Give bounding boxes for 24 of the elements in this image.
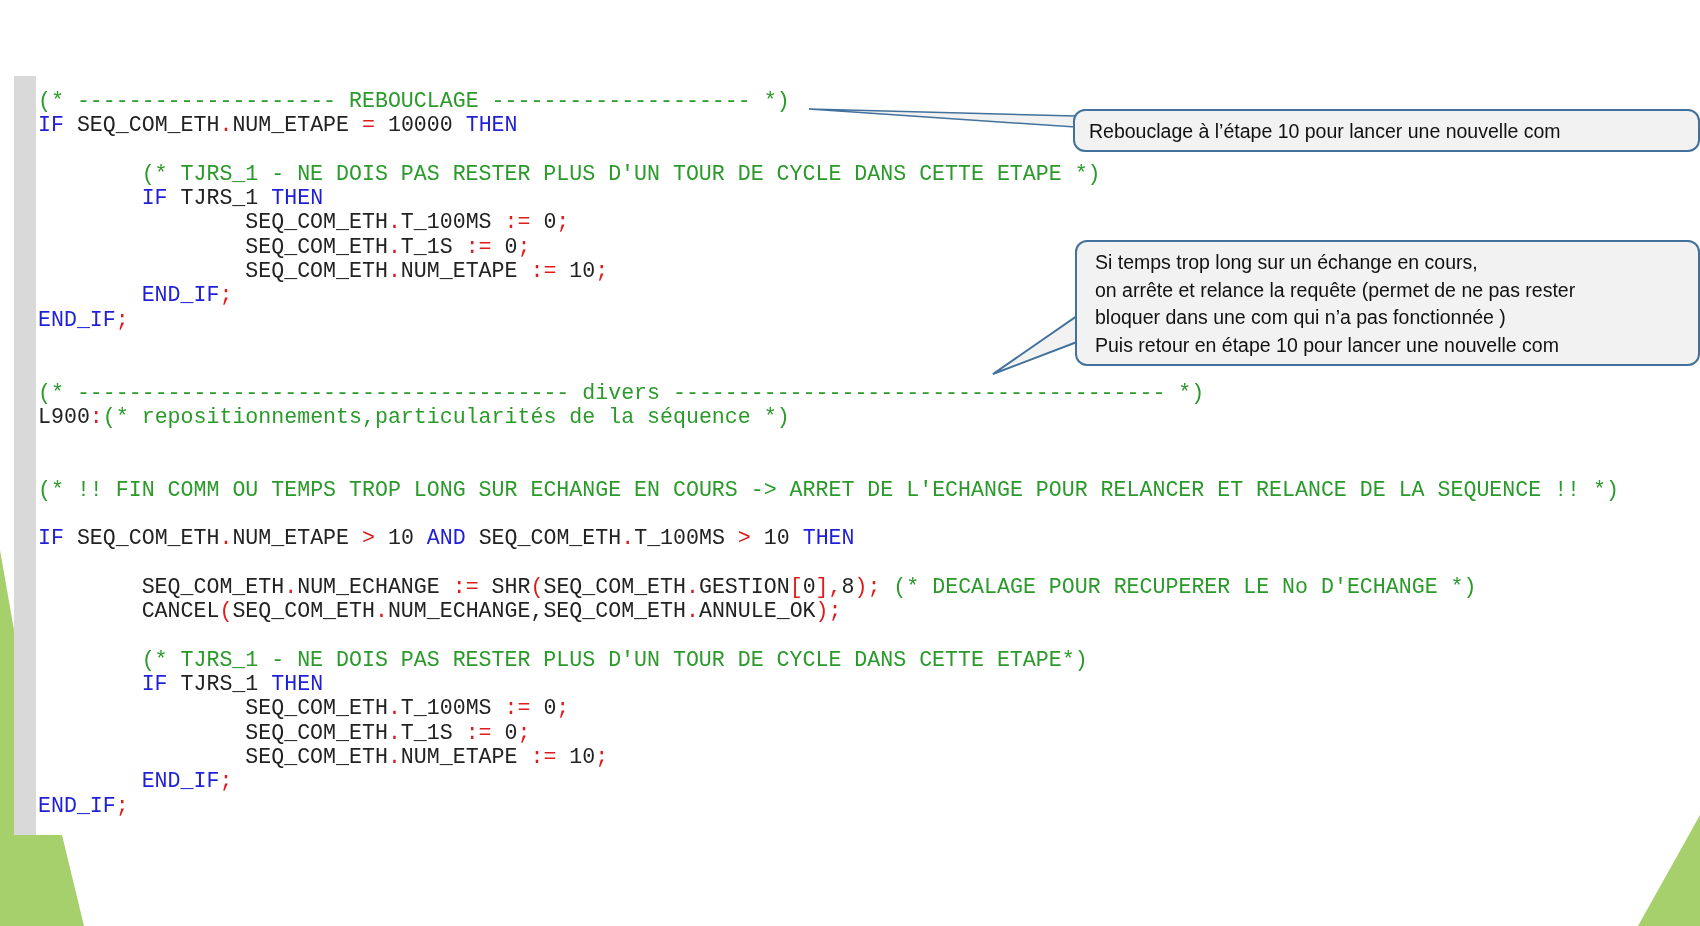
code-line: IF TJRS_1 THEN [141, 186, 324, 211]
code-line: (* !! FIN COMM OU TEMPS TROP LONG SUR ECHANGE EN COURS -> ARRET DE L'ECHANGE POUR RELANCER ET RELANCE DE LA SEQUENCE !! *) [38, 477, 1619, 503]
code-line: (* TJRS_1 - NE DOIS PAS RESTER PLUS D'UN TOUR DE CYCLE DANS CETTE ETAPE*) [141, 647, 1088, 673]
code-line: L900:(* repositionnements,particularités de la séquence *) [38, 404, 790, 430]
callout-note: Rebouclage à l’étape 10 pour lancer une nouvelle com [1073, 109, 1700, 152]
code-line: SEQ_COM_ETH.NUM_ETAPE := 10; [245, 745, 609, 770]
code-line: SEQ_COM_ETH.NUM_ETAPE := 10; [245, 259, 609, 284]
code-line: SEQ_COM_ETH.NUM_ECHANGE := SHR(SEQ_COM_ETH.GESTION[0],8); (* DECALAGE POUR RECUPERER LE No D'ECHANGE *) [141, 574, 1477, 600]
code-line: IF TJRS_1 THEN [141, 672, 324, 697]
code-line: (* TJRS_1 - NE DOIS PAS RESTER PLUS D'UN TOUR DE CYCLE DANS CETTE ETAPE *) [141, 161, 1101, 187]
code-line: END_IF; [141, 769, 233, 794]
code-line: IF SEQ_COM_ETH.NUM_ETAPE = 10000 THEN [38, 113, 518, 138]
callout-note: Si temps trop long sur un échange en cours, on arrête et relance la requête (permet de ne pas rester bloquer dans une com qui n’a pas fonctionnée ) Puis retour en étape 10 pour lancer une nouvelle com [1075, 240, 1700, 366]
code-line: SEQ_COM_ETH.T_100MS := 0; [245, 696, 570, 721]
code-line: SEQ_COM_ETH.T_1S := 0; [245, 720, 531, 745]
code-line: END_IF; [38, 307, 129, 332]
code-line: CANCEL(SEQ_COM_ETH.NUM_ECHANGE,SEQ_COM_ETH.ANNULE_OK); [141, 599, 842, 624]
code-line: SEQ_COM_ETH.T_1S := 0; [245, 234, 531, 260]
code-line: SEQ_COM_ETH.T_100MS := 0; [245, 210, 570, 235]
code-line: (* -------------------------------------- divers -------------------------------------- *) [38, 380, 1205, 405]
code-line: END_IF; [141, 283, 233, 308]
code-line: (* -------------------- REBOUCLAGE -------------------- *) [38, 89, 790, 114]
code-line: END_IF; [38, 793, 129, 818]
code-line: IF SEQ_COM_ETH.NUM_ETAPE > 10 AND SEQ_COM_ETH.T_100MS > 10 THEN [38, 526, 855, 551]
